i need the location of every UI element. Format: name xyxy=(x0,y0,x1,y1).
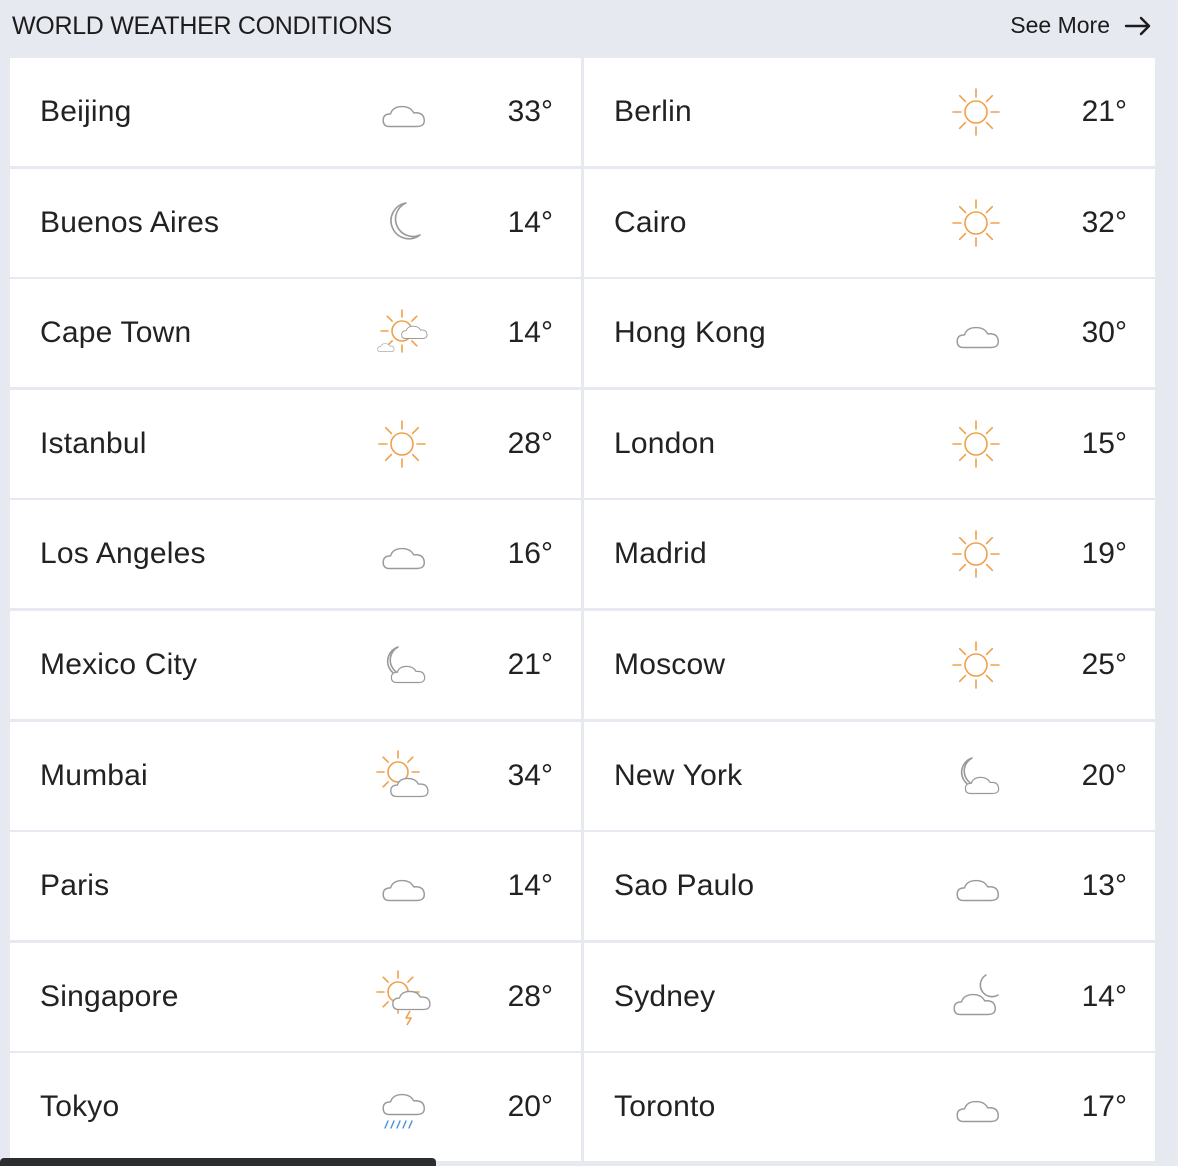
sun-icon xyxy=(946,635,1006,695)
sun-thunder-icon xyxy=(372,967,432,1027)
city-card[interactable]: New York 20° xyxy=(584,721,1155,830)
cloud-icon xyxy=(946,1077,1006,1137)
city-temperature: 28° xyxy=(507,426,553,460)
sun-cloud-icon xyxy=(372,746,432,806)
city-temperature: 14° xyxy=(507,869,553,903)
cloud-icon xyxy=(946,856,1006,916)
city-name: Madrid xyxy=(614,537,707,571)
city-name: Sao Paulo xyxy=(614,869,755,903)
city-card[interactable]: Madrid 19° xyxy=(584,500,1155,609)
city-temperature: 14° xyxy=(507,316,553,350)
city-temperature: 13° xyxy=(1081,869,1127,903)
cloud-icon xyxy=(372,82,432,142)
moon-cloud-icon xyxy=(372,635,432,695)
city-card[interactable]: Cape Town 14° xyxy=(10,279,581,388)
city-card[interactable]: Singapore 28° xyxy=(10,942,581,1051)
city-name: Mumbai xyxy=(40,758,148,792)
city-temperature: 33° xyxy=(507,95,553,128)
city-name: Istanbul xyxy=(40,426,147,460)
city-card[interactable]: Moscow 25° xyxy=(584,610,1155,719)
city-temperature: 30° xyxy=(1081,316,1127,350)
partly-sunny-icon xyxy=(372,303,432,363)
city-temperature: 21° xyxy=(1081,95,1127,128)
cloud-icon xyxy=(946,303,1006,363)
city-card[interactable]: Berlin 21° xyxy=(584,58,1155,166)
city-name: Tokyo xyxy=(40,1090,120,1124)
city-temperature: 19° xyxy=(1081,537,1127,571)
city-temperature: 14° xyxy=(507,205,553,239)
city-card[interactable]: Sydney 14° xyxy=(584,942,1155,1051)
city-temperature: 25° xyxy=(1081,647,1127,681)
moon-cloud-icon xyxy=(946,746,1006,806)
city-card[interactable]: Cairo 32° xyxy=(584,168,1155,277)
rain-icon xyxy=(372,1077,432,1137)
city-card[interactable]: Toronto 17° xyxy=(584,1053,1155,1162)
city-temperature: 15° xyxy=(1081,426,1127,460)
page-title: WORLD WEATHER CONDITIONS xyxy=(12,12,392,40)
city-card[interactable]: Mumbai 34° xyxy=(10,721,581,830)
header: WORLD WEATHER CONDITIONS See More xyxy=(0,0,1178,54)
city-name: Moscow xyxy=(614,647,726,681)
city-name: Los Angeles xyxy=(40,537,206,571)
arrow-right-icon xyxy=(1124,16,1151,35)
sun-icon xyxy=(946,193,1006,253)
city-temperature: 28° xyxy=(507,979,553,1013)
weather-grid: Beijing 33° Berlin 21° Buenos Aires 14° Cai… xyxy=(10,58,1155,1162)
city-card[interactable]: Paris 14° xyxy=(10,832,581,941)
city-card[interactable]: London 15° xyxy=(584,389,1155,498)
city-name: Buenos Aires xyxy=(40,205,220,239)
city-name: Paris xyxy=(40,869,110,903)
city-name: Beijing xyxy=(40,95,132,128)
city-card[interactable]: Beijing 33° xyxy=(10,58,581,166)
moon-icon xyxy=(372,193,432,253)
city-name: Mexico City xyxy=(40,647,198,681)
city-name: Berlin xyxy=(614,95,692,128)
cloud-moon-icon xyxy=(946,967,1006,1027)
cloud-icon xyxy=(372,524,432,584)
city-card[interactable]: Buenos Aires 14° xyxy=(10,168,581,277)
city-name: London xyxy=(614,426,716,460)
city-card[interactable]: Istanbul 28° xyxy=(10,389,581,498)
see-more-label: See More xyxy=(1010,12,1110,38)
city-card[interactable]: Los Angeles 16° xyxy=(10,500,581,609)
city-temperature: 20° xyxy=(1081,758,1127,792)
sun-icon xyxy=(946,414,1006,474)
horizontal-scrollbar[interactable] xyxy=(0,1158,436,1166)
city-name: Singapore xyxy=(40,979,179,1013)
city-temperature: 16° xyxy=(507,537,553,571)
city-name: New York xyxy=(614,758,743,792)
sun-icon xyxy=(946,524,1006,584)
city-temperature: 14° xyxy=(1081,979,1127,1013)
cloud-icon xyxy=(372,856,432,916)
city-card[interactable]: Hong Kong 30° xyxy=(584,279,1155,388)
city-name: Hong Kong xyxy=(614,316,766,350)
city-name: Toronto xyxy=(614,1090,716,1124)
sun-icon xyxy=(946,82,1006,142)
sun-icon xyxy=(372,414,432,474)
city-temperature: 21° xyxy=(507,647,553,681)
city-card[interactable]: Mexico City 21° xyxy=(10,610,581,719)
city-name: Cape Town xyxy=(40,316,192,350)
city-name: Cairo xyxy=(614,205,687,239)
city-temperature: 17° xyxy=(1081,1090,1127,1124)
city-name: Sydney xyxy=(614,979,716,1013)
city-card[interactable]: Sao Paulo 13° xyxy=(584,832,1155,941)
city-temperature: 20° xyxy=(507,1090,553,1124)
city-temperature: 32° xyxy=(1081,205,1127,239)
see-more-link[interactable]: See More xyxy=(1010,12,1152,39)
city-card[interactable]: Tokyo 20° xyxy=(10,1053,581,1162)
city-temperature: 34° xyxy=(507,758,553,792)
